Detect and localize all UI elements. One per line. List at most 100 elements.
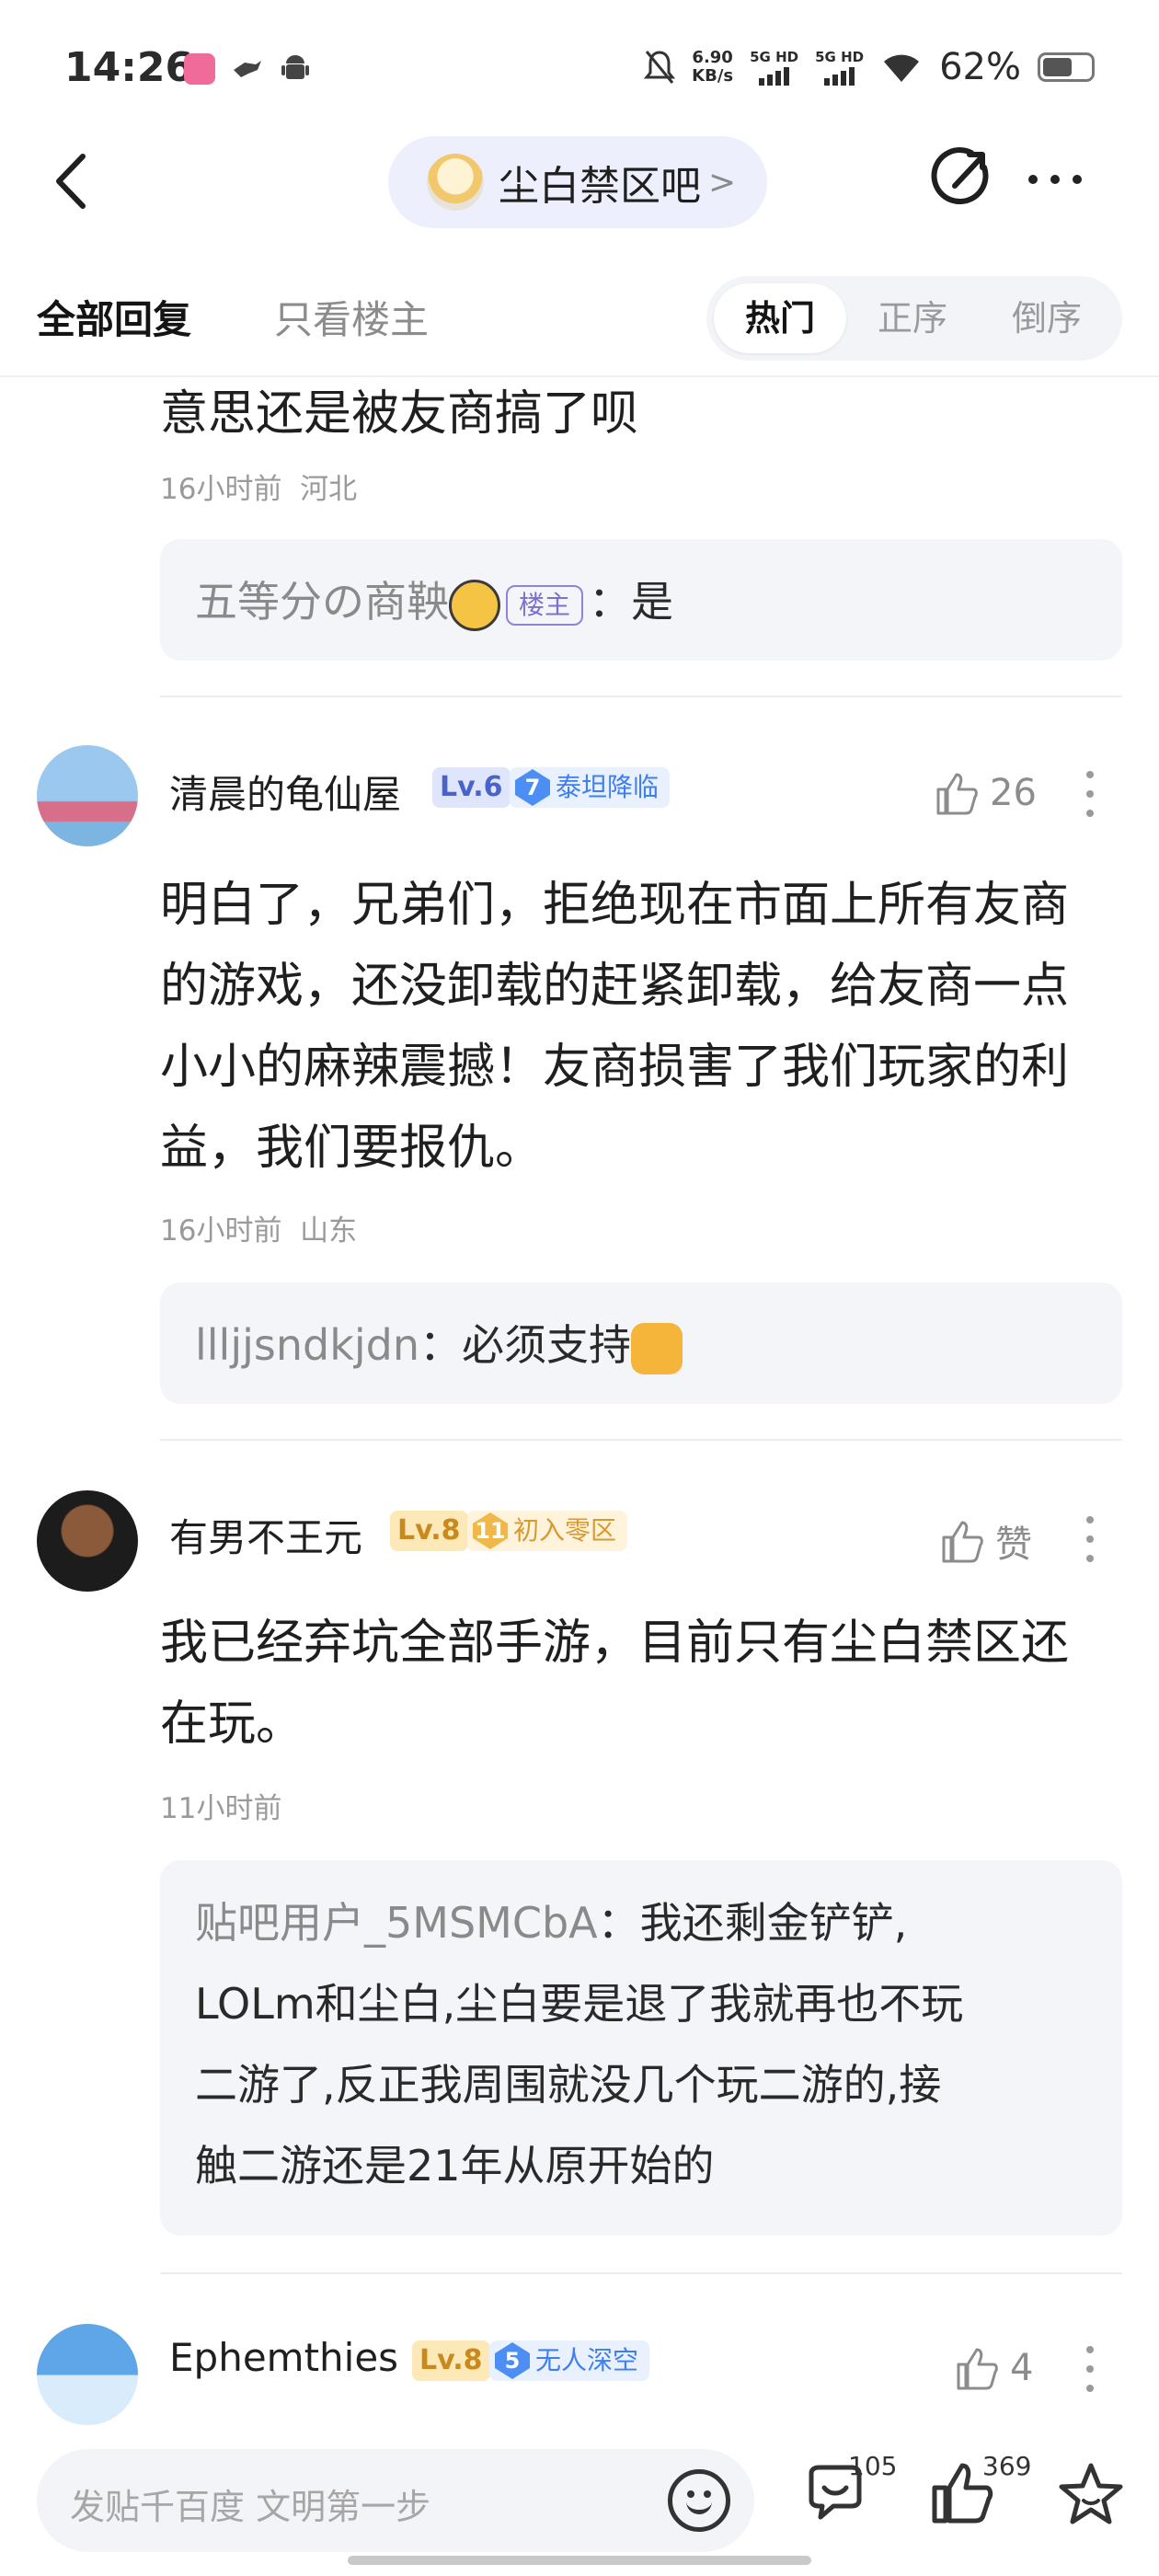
badge-text: 无人深空 xyxy=(535,2345,639,2375)
divider xyxy=(160,1439,1122,1441)
app-header: 尘白禁区吧 > xyxy=(0,129,1159,230)
reply-text: 必须支持 xyxy=(462,1320,631,1370)
dot-icon xyxy=(1086,810,1094,817)
sort-descending-button[interactable]: 倒序 xyxy=(981,283,1113,353)
title-badge: 7 泰坦降临 xyxy=(510,767,671,808)
level-badge: Lv.6 xyxy=(432,767,511,808)
badge-level-icon: 5 xyxy=(495,2342,530,2379)
badge-level-icon: 11 xyxy=(473,1512,508,1549)
status-indicators: 6.90 KB/s 5G HD 5G HD 62% xyxy=(644,46,1095,88)
forum-name: 尘白禁区吧 xyxy=(499,163,701,210)
post-text-line: 益，我们要报仇。 xyxy=(160,1121,544,1176)
user-avatar[interactable] xyxy=(37,2324,138,2425)
battery-fill xyxy=(1043,58,1072,76)
bottom-bar: 发贴千百度 文明第一步 105 369 xyxy=(0,2429,1159,2576)
signal-bars-icon xyxy=(824,65,855,86)
lofter-icon xyxy=(184,53,215,85)
sim1-label: 5G HD xyxy=(750,49,799,65)
sort-ascending-button[interactable]: 正序 xyxy=(846,283,979,353)
badge-text: 初入零区 xyxy=(513,1515,617,1546)
level-badge: Lv.8 xyxy=(390,1511,468,1551)
reply-separator: ： xyxy=(419,1320,462,1370)
smile-mouth xyxy=(686,2501,712,2514)
reply-text-line: LOLm和尘白,尘白要是退了我就再也不玩 xyxy=(195,1979,964,2029)
dot-icon xyxy=(1086,1516,1094,1524)
reply-list: 意思还是被友商搞了呗 16小时前 河北 五等分の商鞅 楼主 ： 是 清晨的龟仙屋 Lv… xyxy=(0,377,1159,2429)
sub-reply[interactable]: llljjsndkjdn：必须支持 xyxy=(160,1282,1122,1404)
reply-input-placeholder: 发贴千百度 文明第一步 xyxy=(70,2487,431,2527)
sub-reply[interactable]: 五等分の商鞅 楼主 ：是 xyxy=(160,539,1122,661)
op-tag: 楼主 xyxy=(506,584,584,626)
username[interactable]: 有男不王元 xyxy=(169,1507,362,1563)
dot-icon xyxy=(1086,2385,1094,2392)
post-text: 意思还是被友商搞了呗 xyxy=(160,386,639,442)
post-more-button[interactable] xyxy=(1085,2346,1095,2392)
home-indicator[interactable] xyxy=(348,2556,811,2565)
like-button[interactable]: 26 xyxy=(933,769,1037,817)
reply-input[interactable]: 发贴千百度 文明第一步 xyxy=(37,2449,754,2552)
post-text-line: 小小的麻辣震撼！友商损害了我们玩家的利 xyxy=(160,1040,1070,1095)
sort-hot-button[interactable]: 热门 xyxy=(714,283,846,353)
write-post-button[interactable] xyxy=(927,145,992,210)
like-button[interactable]: 赞 xyxy=(938,1514,1032,1568)
post-more-button[interactable] xyxy=(1085,771,1095,817)
signal-sim1: 5G HD xyxy=(750,49,798,86)
post-text-line: 的游戏，还没卸载的赶紧卸载，给友商一点 xyxy=(160,959,1070,1014)
reply-username[interactable]: llljjsndkjdn xyxy=(195,1320,419,1370)
username[interactable]: Ephemthies xyxy=(169,2335,398,2380)
reply-separator: ： xyxy=(597,1898,640,1948)
tab-op-only[interactable]: 只看楼主 xyxy=(274,289,429,345)
sort-toggle: 热门 正序 倒序 xyxy=(706,276,1122,361)
more-options-button[interactable] xyxy=(1028,166,1102,193)
signal-bars-icon xyxy=(759,65,790,86)
status-bar: 14:26 6.90 KB/s 5G HD 5G HD 62% xyxy=(0,0,1159,138)
user-avatar[interactable] xyxy=(37,1490,138,1592)
net-speed-unit: KB/s xyxy=(692,66,734,86)
reply-username[interactable]: 贴吧用户_5MSMCbA xyxy=(195,1898,598,1948)
back-arrow-icon xyxy=(56,154,86,209)
favorite-button[interactable] xyxy=(1056,2460,1130,2534)
forum-link[interactable]: 尘白禁区吧 > xyxy=(388,136,767,228)
sim2-label: 5G HD xyxy=(815,49,865,65)
dot-icon xyxy=(1050,175,1060,184)
post-more-button[interactable] xyxy=(1085,1516,1095,1562)
back-button[interactable] xyxy=(46,149,101,213)
emoji-picker-icon[interactable] xyxy=(668,2469,730,2532)
post-meta: 16小时前 河北 xyxy=(160,466,357,507)
likes-count: 369 xyxy=(982,2451,1032,2481)
dot-icon xyxy=(1086,790,1094,798)
dot-icon xyxy=(1086,771,1094,778)
post-meta: 16小时前 山东 xyxy=(160,1207,357,1248)
divider xyxy=(160,696,1122,697)
wifi-icon xyxy=(884,54,920,82)
dot-icon xyxy=(1086,2365,1094,2373)
tab-all-replies[interactable]: 全部回复 xyxy=(37,289,191,345)
badge-text: 泰坦降临 xyxy=(556,772,660,802)
edit-icon xyxy=(931,147,989,205)
net-speed-value: 6.90 xyxy=(692,48,733,67)
android-icon xyxy=(280,53,311,85)
thumbs-up-icon xyxy=(942,1521,983,1563)
post-location: 山东 xyxy=(300,1214,358,1248)
signal-sim2: 5G HD xyxy=(815,49,864,86)
username[interactable]: 清晨的龟仙屋 xyxy=(169,764,401,820)
dot-icon xyxy=(1086,2346,1094,2353)
post-location: 河北 xyxy=(300,473,358,506)
dot-icon xyxy=(1073,175,1082,184)
reply-text-line: 触二游还是21年从原开始的 xyxy=(195,2141,715,2191)
reply-username[interactable]: 五等分の商鞅 xyxy=(195,577,449,627)
like-button[interactable]: 4 xyxy=(953,2344,1033,2392)
reply-text: 是 xyxy=(631,577,674,627)
sub-reply[interactable]: 贴吧用户_5MSMCbA：我还剩金铲铲, LOLm和尘白,尘白要是退了我就再也不… xyxy=(160,1860,1122,2236)
dot-icon xyxy=(1028,175,1038,184)
like-count: 26 xyxy=(990,772,1037,814)
post-time: 16小时前 xyxy=(160,1214,282,1248)
like-label: 赞 xyxy=(995,1524,1032,1566)
battery-percent: 62% xyxy=(939,46,1021,88)
user-avatar[interactable] xyxy=(37,745,138,846)
post-text-line: 我已经弃坑全部手游，目前只有尘白禁区还 xyxy=(160,1616,1070,1671)
reply-tabs: 全部回复 只看楼主 热门 正序 倒序 xyxy=(0,276,1159,377)
title-badge: 11 初入零区 xyxy=(467,1511,628,1551)
status-time: 14:26 xyxy=(64,44,194,91)
post-time: 11小时前 xyxy=(160,1792,282,1825)
